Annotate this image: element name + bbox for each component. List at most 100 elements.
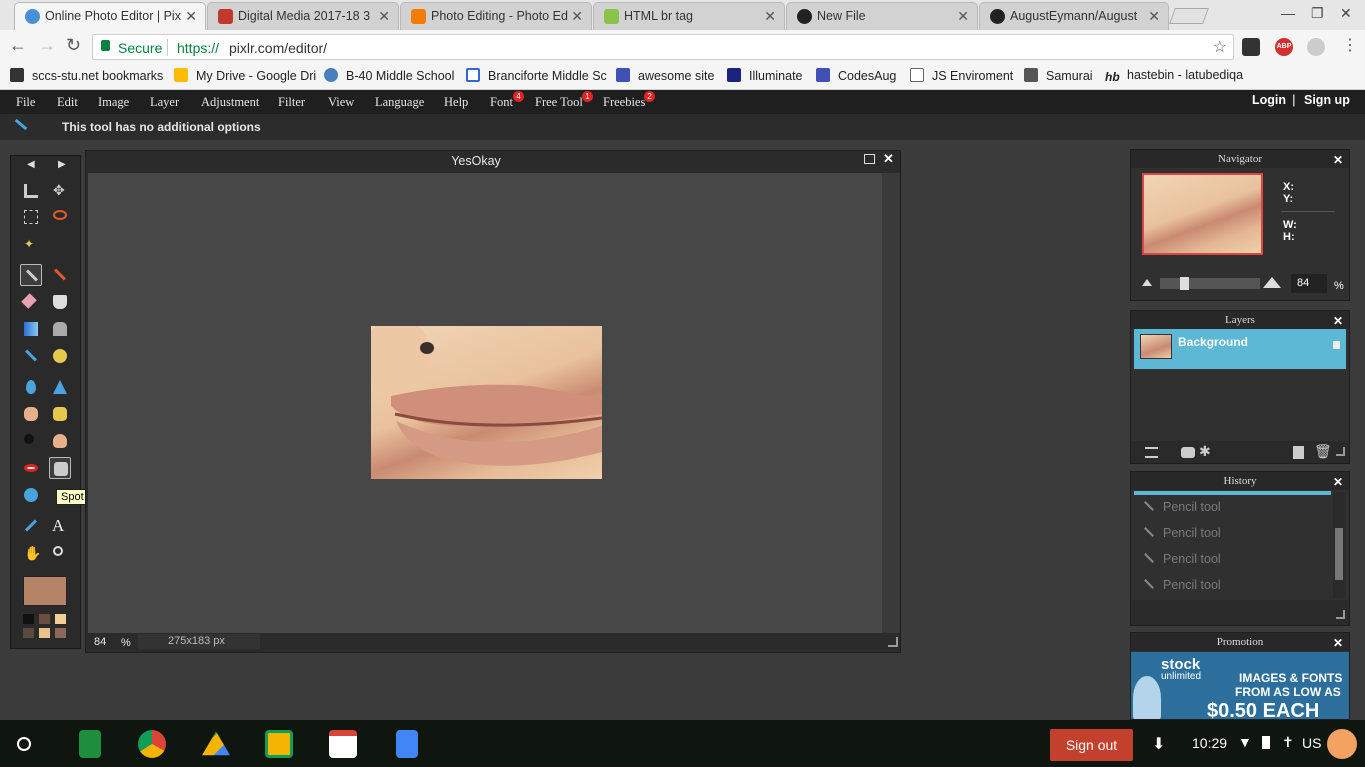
menu-layer[interactable]: Layer: [150, 95, 179, 110]
tab-augusteymann[interactable]: AugustEymann/August ✕: [979, 2, 1169, 30]
collapse-right-icon[interactable]: ▶: [58, 159, 66, 170]
gradient-tool-icon[interactable]: [20, 318, 42, 340]
back-icon[interactable]: ←: [9, 35, 27, 56]
bookmark-item[interactable]: hb hastebin - latubediqa: [1105, 68, 1243, 84]
layer-mask-icon[interactable]: [1181, 447, 1195, 458]
promotion-close-icon[interactable]: ✕: [1333, 634, 1343, 652]
history-item[interactable]: Pencil tool: [1143, 552, 1221, 566]
menu-filter[interactable]: Filter: [278, 95, 305, 110]
launcher-icon[interactable]: [17, 737, 31, 751]
clone-stamp-tool-icon[interactable]: [49, 318, 71, 340]
marquee-tool-icon[interactable]: [20, 206, 42, 228]
crop-tool-icon[interactable]: [20, 180, 42, 202]
history-scroll-thumb[interactable]: [1335, 528, 1343, 580]
user-avatar[interactable]: [1327, 729, 1357, 759]
login-link[interactable]: Login: [1252, 93, 1286, 107]
preset-swatch[interactable]: [55, 614, 66, 624]
resize-handle-icon[interactable]: [888, 637, 898, 647]
zoom-slider-knob[interactable]: [1180, 277, 1189, 290]
vertical-scrollbar[interactable]: [882, 173, 900, 633]
menu-view[interactable]: View: [328, 95, 354, 110]
drawing-tool-icon[interactable]: [49, 345, 71, 367]
primary-color-swatch[interactable]: [23, 576, 67, 606]
bookmark-item[interactable]: sccs-stu.net bookmarks: [10, 68, 163, 83]
maximize-icon[interactable]: ❐: [1311, 5, 1324, 22]
docs-app-icon[interactable]: [396, 730, 418, 758]
history-item[interactable]: Pencil tool: [1143, 526, 1221, 540]
tab-close-icon[interactable]: ✕: [378, 3, 390, 29]
layers-resize-icon[interactable]: [1336, 447, 1345, 456]
document-close-icon[interactable]: ✕: [883, 151, 894, 167]
preset-swatch[interactable]: [39, 614, 50, 624]
input-locale[interactable]: US: [1302, 735, 1321, 751]
wifi-icon[interactable]: ▼: [1238, 734, 1252, 750]
address-bar[interactable]: Secure https:// pixlr.com/editor/ ☆: [92, 34, 1234, 60]
menu-freebies[interactable]: Freebies 2: [603, 91, 655, 110]
extension-icon[interactable]: [1307, 38, 1325, 56]
reload-icon[interactable]: ↻: [66, 35, 81, 56]
navigator-zoom-slider[interactable]: [1160, 277, 1260, 290]
sponge-tool-icon[interactable]: [49, 403, 71, 425]
layer-item[interactable]: Background: [1134, 329, 1346, 369]
red-eye-tool-icon[interactable]: [20, 457, 42, 479]
preset-swatch[interactable]: [39, 628, 50, 638]
layers-close-icon[interactable]: ✕: [1333, 312, 1343, 330]
history-item[interactable]: Pencil tool: [1143, 578, 1221, 592]
zoom-in-icon[interactable]: [1263, 277, 1281, 288]
spot-heal-tool-icon[interactable]: [49, 457, 71, 479]
sheets-app-icon[interactable]: [79, 730, 101, 758]
tab-html-br[interactable]: HTML br tag ✕: [593, 2, 785, 30]
navigator-thumbnail[interactable]: [1142, 173, 1263, 255]
blur-tool-icon[interactable]: [20, 376, 42, 398]
preset-swatch[interactable]: [23, 614, 34, 624]
menu-image[interactable]: Image: [98, 95, 129, 110]
tab-photo-editing[interactable]: Photo Editing - Photo Ed ✕: [400, 2, 592, 30]
tab-close-icon[interactable]: ✕: [571, 3, 583, 29]
bookmark-item[interactable]: My Drive - Google Dri: [174, 68, 316, 83]
gmail-app-icon[interactable]: [329, 730, 357, 758]
classroom-app-icon[interactable]: [265, 730, 293, 758]
dodge-tool-icon[interactable]: [20, 430, 42, 452]
tab-close-icon[interactable]: ✕: [957, 3, 969, 29]
tab-digital-media[interactable]: Digital Media 2017-18 3 ✕: [207, 2, 399, 30]
chrome-app-icon[interactable]: [138, 730, 166, 758]
layer-styles-icon[interactable]: ✱: [1199, 443, 1211, 460]
type-tool-icon[interactable]: A: [49, 515, 71, 537]
zoom-out-icon[interactable]: [1142, 279, 1152, 286]
bookmark-item[interactable]: awesome site: [616, 68, 714, 83]
photo-image[interactable]: [371, 326, 602, 479]
adblock-plus-icon[interactable]: ABP: [1275, 38, 1293, 56]
layer-lock-icon[interactable]: [1333, 341, 1340, 349]
bookmark-item[interactable]: Branciforte Middle Sc: [466, 68, 607, 83]
tab-close-icon[interactable]: ✕: [764, 3, 776, 29]
download-icon[interactable]: ⬇: [1152, 734, 1165, 754]
drive-app-icon[interactable]: [202, 731, 230, 756]
delete-layer-icon[interactable]: 🗑: [1314, 443, 1332, 460]
promotion-banner[interactable]: stock unlimited IMAGES & FONTS FROM AS L…: [1131, 652, 1349, 719]
new-tab-button[interactable]: [1169, 8, 1209, 24]
sharpen-tool-icon[interactable]: [49, 376, 71, 398]
menu-free-tool[interactable]: Free Tool 1: [535, 91, 593, 110]
canvas-area[interactable]: [88, 173, 882, 633]
sign-out-button[interactable]: Sign out: [1050, 729, 1133, 761]
brush-tool-icon[interactable]: [49, 264, 71, 286]
menu-adjustment[interactable]: Adjustment: [201, 95, 259, 110]
smudge-tool-icon[interactable]: [20, 403, 42, 425]
eraser-tool-icon[interactable]: [20, 291, 42, 313]
menu-help[interactable]: Help: [444, 95, 468, 110]
bookmark-item[interactable]: B-40 Middle School: [324, 68, 454, 83]
menu-file[interactable]: File: [16, 95, 35, 110]
hand-tool-icon[interactable]: ✋: [20, 542, 42, 564]
zoom-input[interactable]: 84: [94, 636, 106, 648]
history-scrollbar[interactable]: [1333, 492, 1345, 598]
tab-close-icon[interactable]: ✕: [1148, 3, 1160, 29]
accessibility-icon[interactable]: ✝: [1282, 734, 1294, 751]
incognito-extension-icon[interactable]: [1242, 38, 1260, 56]
clock[interactable]: 10:29: [1192, 735, 1227, 751]
menu-edit[interactable]: Edit: [57, 95, 78, 110]
bookmark-item[interactable]: Samurai: [1024, 68, 1093, 83]
tab-new-file[interactable]: New File ✕: [786, 2, 978, 30]
bucket-tool-icon[interactable]: [49, 291, 71, 313]
navigator-close-icon[interactable]: ✕: [1333, 151, 1343, 169]
menu-font[interactable]: Font 4: [490, 91, 524, 110]
